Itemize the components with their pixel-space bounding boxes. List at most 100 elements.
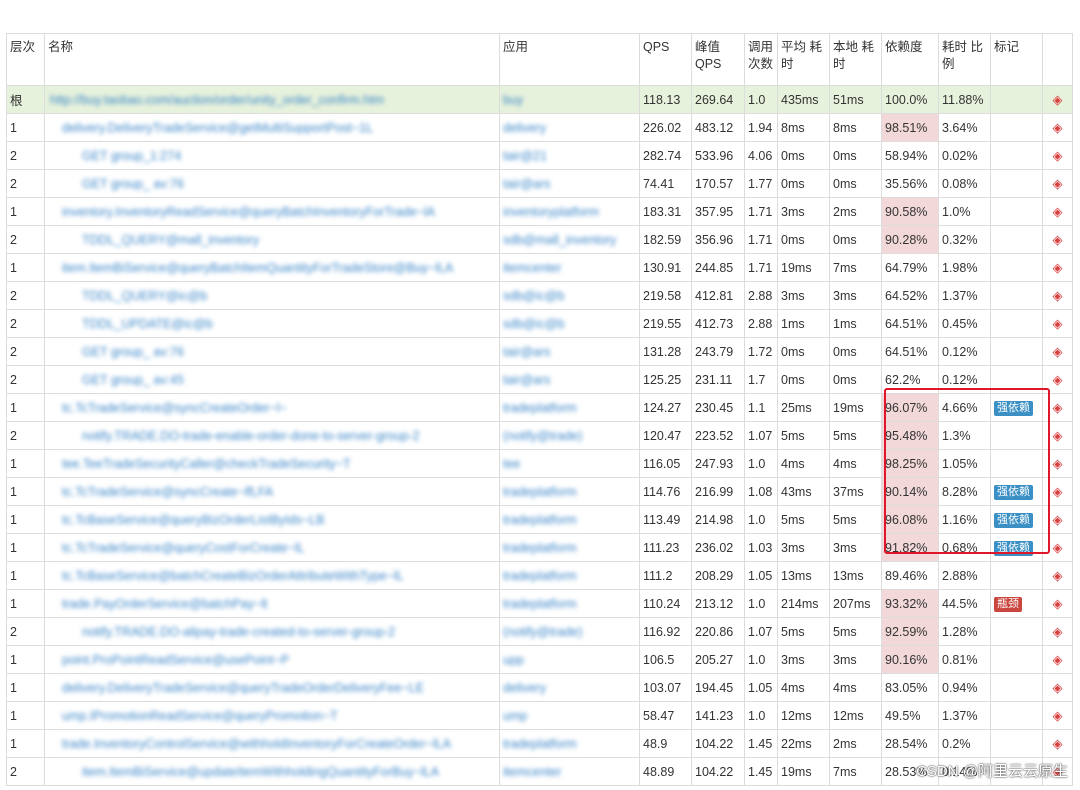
diamond-expand-icon[interactable]: ◈: [1053, 540, 1063, 555]
header-local-time[interactable]: 本地 耗时: [829, 33, 882, 86]
service-name-link[interactable]: http://buy.taobao.com/auction/order/unit…: [50, 93, 384, 107]
diamond-expand-icon[interactable]: ◈: [1053, 512, 1063, 527]
app-name-link[interactable]: tair@ars: [503, 177, 550, 191]
diamond-expand-icon[interactable]: ◈: [1053, 428, 1063, 443]
service-name-link[interactable]: delivery.DeliveryTradeService@queryTrade…: [62, 681, 424, 695]
header-qps[interactable]: QPS: [639, 33, 692, 86]
header-name[interactable]: 名称: [44, 33, 500, 86]
header-peak-qps[interactable]: 峰值 QPS: [691, 33, 745, 86]
diamond-expand-icon[interactable]: ◈: [1053, 652, 1063, 667]
app-name-link[interactable]: delivery: [503, 121, 546, 135]
app-name-link[interactable]: inventoryplatform: [503, 205, 599, 219]
service-name-link[interactable]: TDDL_UPDATE@ic@b: [82, 317, 213, 331]
app-name-link[interactable]: tradeplatform: [503, 737, 577, 751]
cell-qps: 113.49: [639, 505, 692, 534]
service-name-link[interactable]: inventory.InventoryReadService@queryBatc…: [62, 205, 435, 219]
cell-dependency: 98.51%: [881, 113, 939, 142]
header-dependency[interactable]: 依赖度: [881, 33, 939, 86]
cell-local-time: 51ms: [829, 85, 882, 114]
diamond-expand-icon[interactable]: ◈: [1053, 596, 1063, 611]
app-name-link[interactable]: (notify@trade): [503, 625, 582, 639]
cell-time-ratio: 1.98%: [938, 253, 991, 282]
app-name-link[interactable]: tradeplatform: [503, 541, 577, 555]
diamond-expand-icon[interactable]: ◈: [1053, 344, 1063, 359]
header-avg-time[interactable]: 平均 耗时: [777, 33, 830, 86]
service-name-link[interactable]: GET group_1:274: [82, 149, 181, 163]
service-name-link[interactable]: tc.TcTradeService@syncCreateOrder~l~: [62, 401, 287, 415]
cell-local-time: 4ms: [829, 449, 882, 478]
diamond-expand-icon[interactable]: ◈: [1053, 568, 1063, 583]
cell-avg-time: 3ms: [777, 197, 830, 226]
cell-avg-time: 3ms: [777, 645, 830, 674]
app-name-link[interactable]: itemcenter: [503, 765, 561, 779]
app-name-link[interactable]: itemcenter: [503, 261, 561, 275]
service-name-link[interactable]: delivery.DeliveryTradeService@getMultiSu…: [62, 121, 373, 135]
diamond-expand-icon[interactable]: ◈: [1053, 708, 1063, 723]
service-name-link[interactable]: tc.TcBaseService@queryBizOrderListByIds~…: [62, 513, 324, 527]
diamond-expand-icon[interactable]: ◈: [1053, 232, 1063, 247]
app-name-link[interactable]: upp: [503, 653, 524, 667]
app-name-link[interactable]: tair@ars: [503, 373, 550, 387]
service-name-link[interactable]: GET group_ av:45: [82, 373, 184, 387]
app-name-link[interactable]: delivery: [503, 681, 546, 695]
service-name-link[interactable]: point.ProPointReadService@usePoint~P: [62, 653, 289, 667]
app-name-link[interactable]: tradeplatform: [503, 569, 577, 583]
service-name-link[interactable]: TDDL_QUERY@mall_inventory: [82, 233, 259, 247]
app-name-link[interactable]: buy: [503, 93, 523, 107]
cell-level: 1: [6, 701, 45, 730]
table-row: 2 GET group_1:274 tair@21 282.74 533.96 4.06 0…: [6, 141, 1073, 170]
app-name-link[interactable]: (notify@trade): [503, 429, 582, 443]
header-app[interactable]: 应用: [499, 33, 640, 86]
diamond-expand-icon[interactable]: ◈: [1053, 400, 1063, 415]
diamond-expand-icon[interactable]: ◈: [1053, 176, 1063, 191]
app-name-link[interactable]: sdb@mall_inventory: [503, 233, 616, 247]
header-call-count[interactable]: 调用 次数: [744, 33, 778, 86]
diamond-expand-icon[interactable]: ◈: [1053, 624, 1063, 639]
app-name-link[interactable]: tee: [503, 457, 520, 471]
header-level[interactable]: 层次: [6, 33, 45, 86]
cell-local-time: 3ms: [829, 281, 882, 310]
service-name-link[interactable]: tc.TcTradeService@syncCreate~lfLFA: [62, 485, 273, 499]
cell-avg-time: 0ms: [777, 337, 830, 366]
app-name-link[interactable]: tradeplatform: [503, 485, 577, 499]
cell-time-ratio: 0.81%: [938, 645, 991, 674]
service-name-link[interactable]: GET group_ av:76: [82, 345, 184, 359]
cell-local-time: 207ms: [829, 589, 882, 618]
service-name-link[interactable]: notify.TRADE.DO-trade-enable-order-done-…: [82, 429, 419, 443]
diamond-expand-icon[interactable]: ◈: [1053, 204, 1063, 219]
diamond-expand-icon[interactable]: ◈: [1053, 316, 1063, 331]
diamond-expand-icon[interactable]: ◈: [1053, 148, 1063, 163]
service-name-link[interactable]: GET group_ av:76: [82, 177, 184, 191]
service-name-link[interactable]: trade.PayOrderService@batchPay~lt: [62, 597, 268, 611]
diamond-expand-icon[interactable]: ◈: [1053, 736, 1063, 751]
app-name-link[interactable]: tradeplatform: [503, 597, 577, 611]
service-name-link[interactable]: item.ItemBiService@updateItemWithholding…: [82, 765, 439, 779]
service-name-link[interactable]: tee.TeeTradeSecurityCaller@checkTradeSec…: [62, 457, 351, 471]
app-name-link[interactable]: sdb@ic@b: [503, 317, 565, 331]
service-name-link[interactable]: notify.TRADE.DO-alipay-trade-created-to-…: [82, 625, 395, 639]
cell-qps: 131.28: [639, 337, 692, 366]
cell-qps: 116.92: [639, 617, 692, 646]
service-name-link[interactable]: tc.TcTradeService@queryCostForCreate~lL: [62, 541, 305, 555]
service-name-link[interactable]: ump.IPromotionReadService@queryPromotion…: [62, 709, 338, 723]
diamond-expand-icon[interactable]: ◈: [1053, 484, 1063, 499]
app-name-link[interactable]: tair@ars: [503, 345, 550, 359]
app-name-link[interactable]: tradeplatform: [503, 513, 577, 527]
header-time-ratio[interactable]: 耗时 比例: [938, 33, 991, 86]
diamond-expand-icon[interactable]: ◈: [1053, 680, 1063, 695]
diamond-expand-icon[interactable]: ◈: [1053, 288, 1063, 303]
app-name-link[interactable]: ump: [503, 709, 527, 723]
app-name-link[interactable]: sdb@ic@b: [503, 289, 565, 303]
service-name-link[interactable]: tc.TcBaseService@batchCreateBizOrderAttr…: [62, 569, 404, 583]
service-name-link[interactable]: trade.InventoryControlService@withholdIn…: [62, 737, 451, 751]
service-name-link[interactable]: item.ItemBiService@queryBatchItemQuantit…: [62, 261, 453, 275]
diamond-expand-icon[interactable]: ◈: [1053, 372, 1063, 387]
diamond-expand-icon[interactable]: ◈: [1053, 260, 1063, 275]
diamond-expand-icon[interactable]: ◈: [1053, 120, 1063, 135]
diamond-expand-icon[interactable]: ◈: [1053, 456, 1063, 471]
app-name-link[interactable]: tradeplatform: [503, 401, 577, 415]
app-name-link[interactable]: tair@21: [503, 149, 547, 163]
cell-name: delivery.DeliveryTradeService@queryTrade…: [44, 673, 500, 702]
diamond-expand-icon[interactable]: ◈: [1053, 92, 1063, 107]
service-name-link[interactable]: TDDL_QUERY@ic@b: [82, 289, 207, 303]
